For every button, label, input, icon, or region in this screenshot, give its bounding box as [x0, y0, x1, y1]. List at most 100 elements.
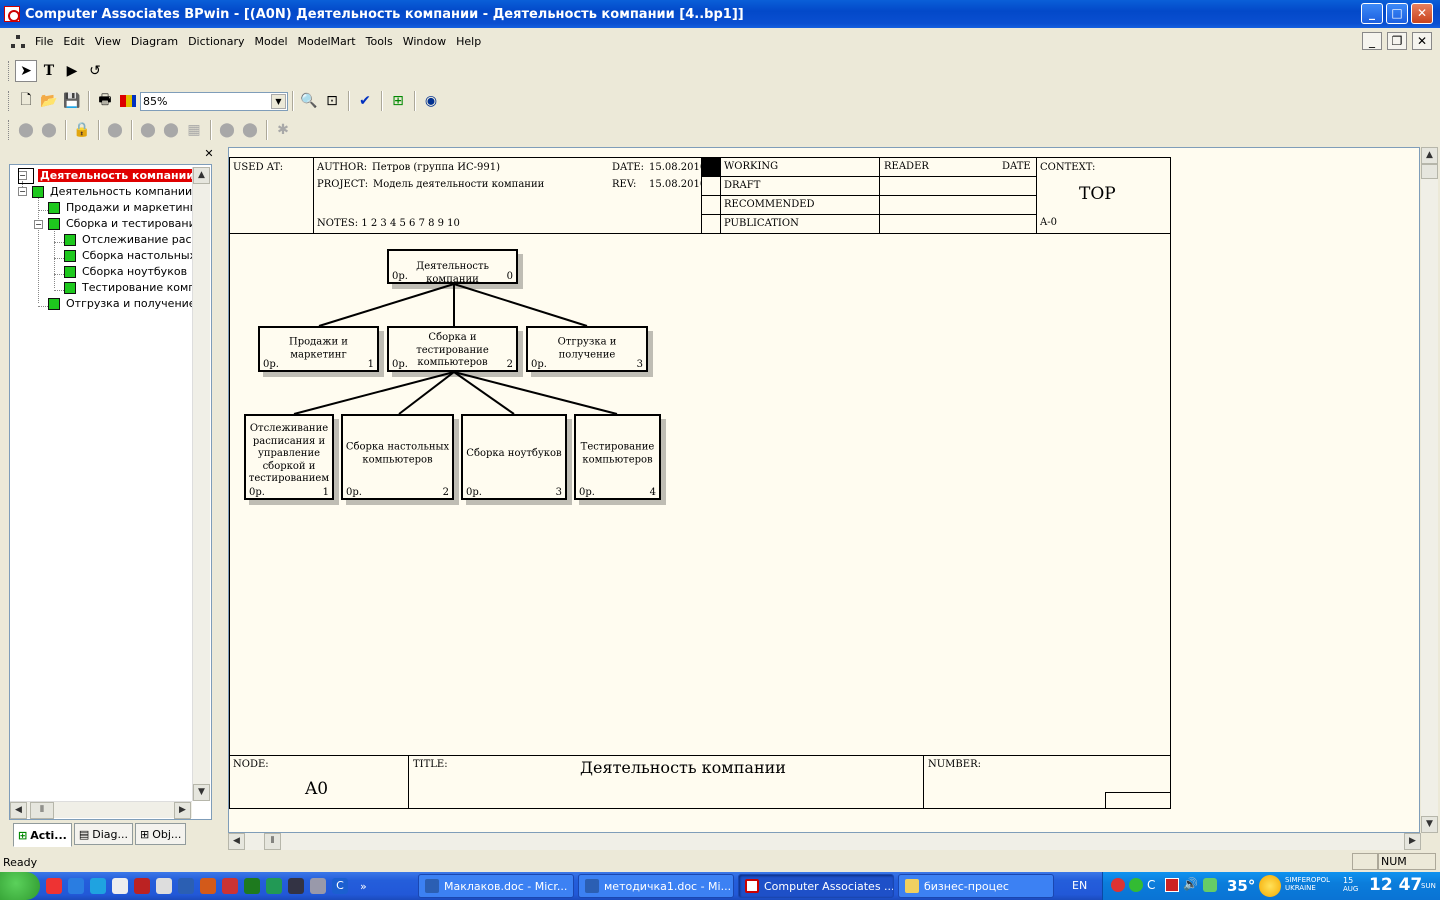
collapse-icon[interactable]: −	[18, 187, 27, 196]
volume-icon[interactable]: 🔊	[1183, 877, 1198, 891]
menu-tools[interactable]: Tools	[361, 35, 398, 48]
scroll-right-icon[interactable]: ▶	[174, 802, 191, 819]
tab-diagrams[interactable]: ▤ Diag...	[73, 823, 133, 845]
arrow-tool-icon[interactable]: ▶	[61, 60, 83, 82]
new-icon[interactable]: 🗋	[15, 90, 37, 112]
start-button[interactable]	[0, 872, 40, 900]
opera-icon[interactable]	[200, 878, 216, 894]
word-icon[interactable]	[178, 878, 194, 894]
tray-icon[interactable]	[1129, 878, 1143, 892]
chrome-icon[interactable]	[46, 878, 62, 894]
tree-item[interactable]: Отгрузка и получение	[48, 296, 196, 311]
task-button[interactable]: Маклаков.doc - Micr...	[418, 874, 574, 898]
menu-dictionary[interactable]: Dictionary	[183, 35, 249, 48]
app-icon[interactable]	[310, 878, 326, 894]
tree-item[interactable]: Деятельность компании	[32, 184, 192, 199]
doc-close-button[interactable]: ✕	[1412, 32, 1432, 50]
skype-icon[interactable]	[90, 878, 106, 894]
tab-objects[interactable]: ⊞ Obj...	[134, 823, 187, 845]
tab-activities[interactable]: ⊞ Acti...	[13, 823, 72, 847]
menu-help[interactable]: Help	[451, 35, 486, 48]
canvas-horizontal-scrollbar[interactable]: ◀ ⦀ ▶	[228, 833, 1421, 850]
doc-minimize-button[interactable]: _	[1362, 32, 1382, 50]
scroll-down-icon[interactable]: ▼	[193, 784, 210, 801]
activity-2[interactable]: Сборка и тестирование компьютеров 0р. 2	[387, 326, 518, 372]
close-button[interactable]: ✕	[1411, 3, 1433, 24]
open-icon[interactable]: 📂	[38, 90, 60, 112]
document-menu-icon[interactable]	[10, 34, 26, 50]
activity-1[interactable]: Продажи и маркетинг 0р. 1	[258, 326, 379, 372]
tree-item[interactable]: Сборка настольных	[64, 248, 196, 263]
tray-icon[interactable]	[1203, 878, 1217, 892]
menu-window[interactable]: Window	[398, 35, 451, 48]
menu-diagram[interactable]: Diagram	[126, 35, 183, 48]
scroll-thumb[interactable]: ⦀	[30, 802, 54, 819]
minimize-button[interactable]: _	[1361, 3, 1383, 24]
activity-2-2[interactable]: Сборка настольных компьютеров 0р. 2	[341, 414, 454, 500]
model-explorer-icon[interactable]: ⊞	[387, 90, 409, 112]
ie-icon[interactable]	[68, 878, 84, 894]
scroll-up-icon[interactable]: ▲	[193, 167, 210, 184]
zoom-fit-icon[interactable]: ⊡	[321, 90, 343, 112]
task-button[interactable]: бизнес-процес	[898, 874, 1054, 898]
chevron-right-icon[interactable]: »	[360, 880, 367, 893]
modelmart-icon[interactable]: ◉	[420, 90, 442, 112]
activity-2-4[interactable]: Тестирование компьютеров 0р. 4	[574, 414, 661, 500]
text-tool-icon[interactable]: T	[38, 60, 60, 82]
canvas-vertical-scrollbar[interactable]: ▲ ▼	[1421, 147, 1438, 833]
model-explorer-tree[interactable]: − − − Деятельность компании Деятельность…	[9, 164, 212, 820]
maximize-button[interactable]: □	[1386, 3, 1408, 24]
colors-icon[interactable]	[117, 90, 139, 112]
tree-item[interactable]: Тестирование комг	[64, 280, 194, 295]
collapse-icon[interactable]: −	[34, 220, 43, 229]
tree-item[interactable]: Сборка и тестирование	[48, 216, 203, 231]
tray-icon[interactable]	[1165, 878, 1179, 892]
app-icon[interactable]	[288, 878, 304, 894]
tray-icon[interactable]: C	[1147, 878, 1161, 892]
app-icon[interactable]: C	[332, 878, 348, 894]
scroll-left-icon[interactable]: ◀	[228, 833, 245, 850]
zoom-select[interactable]: 85% ▼	[140, 91, 288, 111]
notepad-icon[interactable]	[156, 878, 172, 894]
menu-modelmart[interactable]: ModelMart	[293, 35, 361, 48]
scroll-up-icon[interactable]: ▲	[1421, 147, 1438, 164]
app-icon[interactable]	[266, 878, 282, 894]
menu-edit[interactable]: Edit	[58, 35, 89, 48]
scroll-thumb[interactable]	[1421, 164, 1438, 179]
activity-2-3[interactable]: Сборка ноутбуков 0р. 3	[461, 414, 567, 500]
tree-item[interactable]: Сборка ноутбуков	[64, 264, 187, 279]
diagram-canvas[interactable]: USED AT: AUTHOR: Петров (группа ИС-991) …	[228, 147, 1420, 833]
app-icon[interactable]	[134, 878, 150, 894]
save-icon[interactable]: 💾	[61, 90, 83, 112]
excel-icon[interactable]	[244, 878, 260, 894]
scroll-thumb[interactable]: ⦀	[264, 833, 281, 850]
doc-restore-button[interactable]: ❐	[1387, 32, 1407, 50]
tree-root[interactable]: Деятельность компании	[18, 167, 197, 184]
undo-icon[interactable]: ↺	[84, 60, 106, 82]
scroll-down-icon[interactable]: ▼	[1421, 816, 1438, 833]
activity-3[interactable]: Отгрузка и получение 0р. 3	[526, 326, 648, 372]
print-icon[interactable]: 🖶	[94, 90, 116, 112]
language-indicator[interactable]: EN	[1072, 879, 1087, 892]
tree-vertical-scrollbar[interactable]: ▲ ▼	[192, 167, 210, 801]
acrobat-icon[interactable]	[222, 878, 238, 894]
scroll-right-icon[interactable]: ▶	[1404, 833, 1421, 850]
menu-file[interactable]: File	[30, 35, 58, 48]
tree-item[interactable]: Отслеживание расг	[64, 232, 197, 247]
pointer-icon[interactable]: ➤	[15, 60, 37, 82]
chevron-down-icon[interactable]: ▼	[271, 93, 286, 109]
zoom-in-icon[interactable]: 🔍	[298, 90, 320, 112]
scroll-left-icon[interactable]: ◀	[10, 802, 27, 819]
menu-view[interactable]: View	[90, 35, 126, 48]
tray-icon[interactable]	[1111, 878, 1125, 892]
desktop-icon[interactable]	[112, 878, 128, 894]
tree-horizontal-scrollbar[interactable]: ◀ ⦀ ▶	[10, 801, 192, 819]
close-icon[interactable]: ✕	[203, 148, 215, 160]
activity-root[interactable]: Деятельность компании 0р. 0	[387, 249, 518, 285]
activity-2-1[interactable]: Отслеживание расписания и управление сбо…	[244, 414, 334, 500]
bpwin-app-icon[interactable]	[4, 6, 20, 22]
task-button-active[interactable]: Computer Associates ...	[738, 874, 894, 898]
menu-model[interactable]: Model	[250, 35, 293, 48]
tree-item[interactable]: Продажи и маркетинг	[48, 200, 196, 215]
spell-check-icon[interactable]: ✔	[354, 90, 376, 112]
